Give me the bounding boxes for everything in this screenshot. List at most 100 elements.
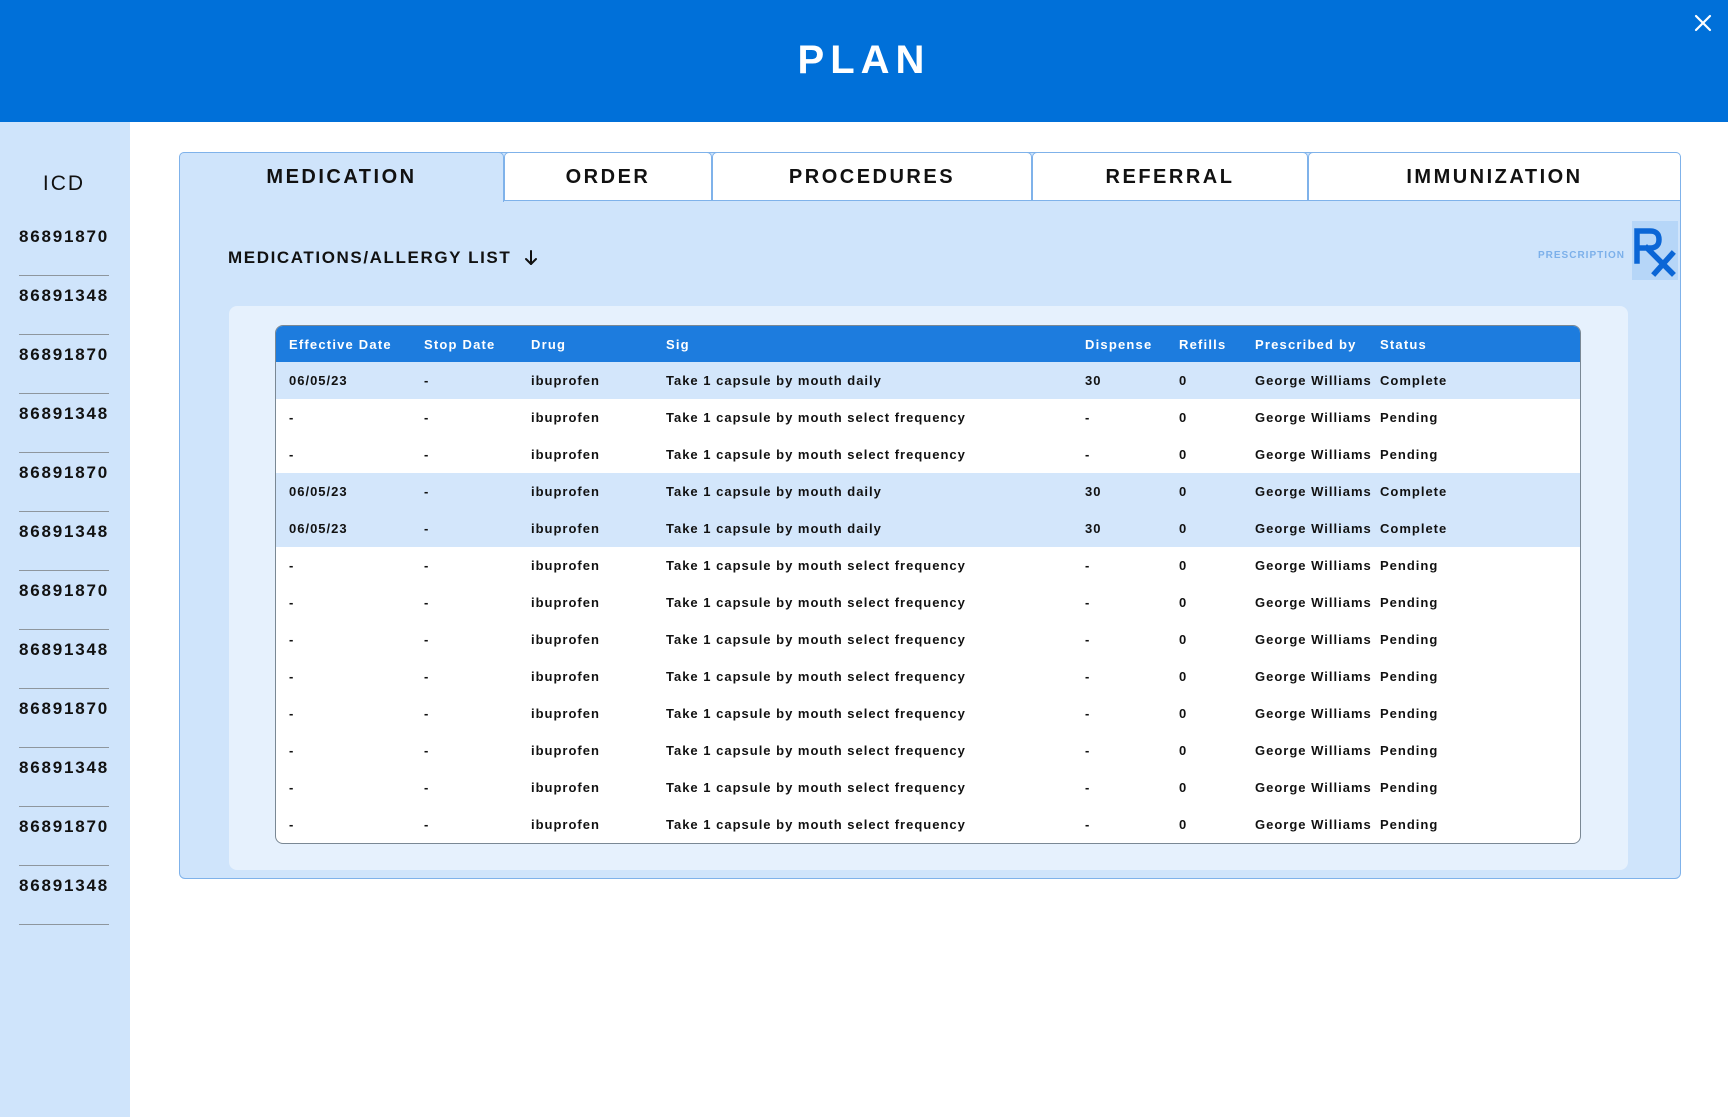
tab-procedures[interactable]: PROCEDURES [712,152,1032,201]
cell-effective-date: 06/05/23 [289,373,348,388]
tab-referral[interactable]: REFERRAL [1032,152,1308,201]
cell-refills: 0 [1179,558,1188,573]
cell-sig: Take 1 capsule by mouth daily [666,521,882,536]
cell-stop-date: - [424,521,430,536]
icd-code-item[interactable]: 86891870 [19,689,109,748]
table-row[interactable]: - - ibuprofen Take 1 capsule by mouth selec… [276,732,1580,769]
cell-effective-date: - [289,632,295,647]
icd-code-item[interactable]: 86891870 [19,571,109,630]
cell-prescribed-by: George Williams [1255,373,1372,388]
cell-prescribed-by: George Williams [1255,410,1372,425]
icd-code-item[interactable]: 86891348 [19,630,109,689]
table-row[interactable]: - - ibuprofen Take 1 capsule by mouth selec… [276,658,1580,695]
medications-allergy-list-toggle[interactable]: MEDICATIONS/ALLERGY LIST [228,248,539,268]
column-header-sig[interactable]: Sig [666,326,690,362]
table-row[interactable]: - - ibuprofen Take 1 capsule by mouth selec… [276,547,1580,584]
icd-sidebar: ICD 86891870 86891348 86891870 86891348 … [0,122,130,1117]
table-row[interactable]: - - ibuprofen Take 1 capsule by mouth selec… [276,695,1580,732]
icd-code-item[interactable]: 86891870 [19,217,109,276]
cell-status: Pending [1380,632,1439,647]
icd-heading: ICD [42,172,86,195]
table-row[interactable]: - - ibuprofen Take 1 capsule by mouth selec… [276,769,1580,806]
cell-dispense: - [1085,558,1091,573]
table-header: Effective Date Stop Date Drug Sig Dispen… [276,326,1580,362]
table-row[interactable]: - - ibuprofen Take 1 capsule by mouth selec… [276,621,1580,658]
cell-drug: ibuprofen [531,780,600,795]
cell-effective-date: - [289,743,295,758]
cell-status: Pending [1380,706,1439,721]
cell-prescribed-by: George Williams [1255,558,1372,573]
cell-sig: Take 1 capsule by mouth select frequency [666,558,966,573]
cell-dispense: - [1085,780,1091,795]
table-row[interactable]: 06/05/23 - ibuprofen Take 1 capsule by mout… [276,473,1580,510]
cell-stop-date: - [424,558,430,573]
cell-status: Pending [1380,669,1439,684]
cell-stop-date: - [424,632,430,647]
cell-stop-date: - [424,743,430,758]
cell-stop-date: - [424,706,430,721]
column-header-effective-date[interactable]: Effective Date [289,326,392,362]
cell-effective-date: 06/05/23 [289,484,348,499]
cell-stop-date: - [424,410,430,425]
arrow-down-icon [525,250,538,265]
column-header-drug[interactable]: Drug [531,326,566,362]
cell-sig: Take 1 capsule by mouth select frequency [666,780,966,795]
column-header-refills[interactable]: Refills [1179,326,1226,362]
close-icon[interactable] [1690,10,1716,36]
tab-medication[interactable]: MEDICATION [179,152,504,202]
cell-dispense: 30 [1085,373,1102,388]
cell-status: Pending [1380,410,1439,425]
icd-code-item[interactable]: 86891348 [19,394,109,453]
cell-refills: 0 [1179,632,1188,647]
table-row[interactable]: - - ibuprofen Take 1 capsule by mouth selec… [276,584,1580,621]
cell-prescribed-by: George Williams [1255,447,1372,462]
icd-code-item[interactable]: 86891348 [19,866,109,925]
cell-status: Pending [1380,595,1439,610]
icd-code-item[interactable]: 86891870 [19,807,109,866]
column-header-status[interactable]: Status [1380,326,1427,362]
table-row[interactable]: 06/05/23 - ibuprofen Take 1 capsule by mout… [276,362,1580,399]
cell-dispense: - [1085,669,1091,684]
cell-effective-date: - [289,410,295,425]
icd-code-item[interactable]: 86891348 [19,276,109,335]
column-header-prescribed-by[interactable]: Prescribed by [1255,326,1357,362]
cell-sig: Take 1 capsule by mouth select frequency [666,410,966,425]
column-header-dispense[interactable]: Dispense [1085,326,1152,362]
table-row[interactable]: - - ibuprofen Take 1 capsule by mouth selec… [276,399,1580,436]
table-row[interactable]: - - ibuprofen Take 1 capsule by mouth selec… [276,436,1580,473]
cell-status: Pending [1380,780,1439,795]
cell-refills: 0 [1179,484,1188,499]
column-header-stop-date[interactable]: Stop Date [424,326,495,362]
cell-effective-date: - [289,558,295,573]
cell-status: Complete [1380,484,1448,499]
cell-sig: Take 1 capsule by mouth daily [666,373,882,388]
cell-drug: ibuprofen [531,743,600,758]
icd-code-item[interactable]: 86891870 [19,335,109,394]
cell-prescribed-by: George Williams [1255,743,1372,758]
cell-status: Pending [1380,558,1439,573]
table-body: 06/05/23 - ibuprofen Take 1 capsule by mout… [276,362,1580,843]
cell-prescribed-by: George Williams [1255,669,1372,684]
prescription-button[interactable] [1632,221,1678,280]
icd-code-item[interactable]: 86891348 [19,748,109,807]
cell-stop-date: - [424,447,430,462]
rx-icon [1634,228,1676,277]
cell-sig: Take 1 capsule by mouth select frequency [666,817,966,832]
table-row[interactable]: 06/05/23 - ibuprofen Take 1 capsule by mout… [276,510,1580,547]
section-title: MEDICATIONS/ALLERGY LIST [228,248,512,267]
cell-status: Pending [1380,743,1439,758]
cell-refills: 0 [1179,373,1188,388]
table-row[interactable]: - - ibuprofen Take 1 capsule by mouth selec… [276,806,1580,843]
cell-prescribed-by: George Williams [1255,780,1372,795]
icd-code-item[interactable]: 86891348 [19,512,109,571]
icd-code-item[interactable]: 86891870 [19,453,109,512]
tab-immunization[interactable]: IMMUNIZATION [1308,152,1681,201]
cell-dispense: 30 [1085,484,1102,499]
cell-status: Complete [1380,521,1448,536]
cell-drug: ibuprofen [531,632,600,647]
tab-order[interactable]: ORDER [504,152,712,201]
cell-dispense: 30 [1085,521,1102,536]
cell-dispense: - [1085,743,1091,758]
cell-sig: Take 1 capsule by mouth select frequency [666,632,966,647]
cell-effective-date: - [289,706,295,721]
